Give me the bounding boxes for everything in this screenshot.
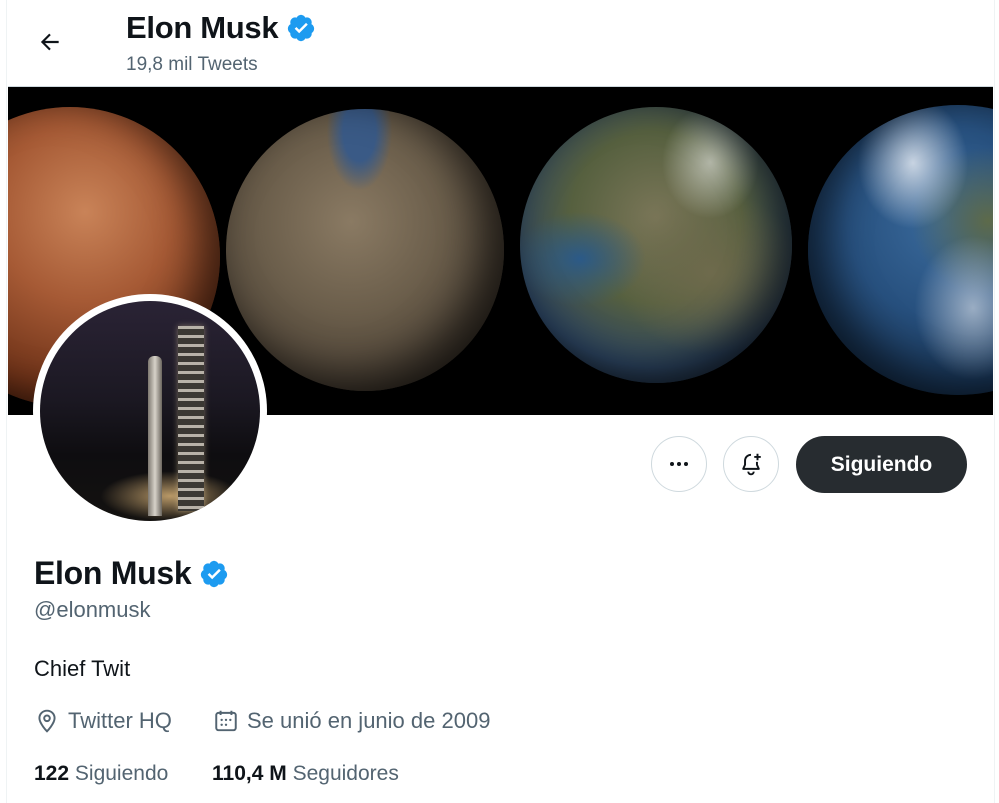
profile-name: Elon Musk	[34, 555, 229, 592]
back-button[interactable]	[26, 22, 74, 62]
launch-pad-glow	[100, 471, 240, 521]
more-options-button[interactable]	[651, 436, 707, 492]
bell-plus-icon	[742, 453, 761, 476]
profile-location: Twitter HQ	[34, 708, 172, 734]
following-button[interactable]: Siguiendo	[796, 436, 967, 493]
tweet-count: 19,8 mil Tweets	[126, 54, 258, 75]
verified-badge-icon	[288, 14, 315, 42]
profile-bio: Chief Twit	[34, 656, 131, 681]
following-label: Siguiendo	[74, 762, 169, 785]
header-title: Elon Musk	[126, 10, 316, 46]
calendar-icon	[215, 710, 237, 732]
more-horizontal-icon	[670, 462, 688, 466]
verified-badge-icon	[201, 560, 228, 587]
profile-name-text: Elon Musk	[34, 555, 192, 591]
rocket-shape	[148, 356, 162, 516]
avatar[interactable]	[33, 294, 267, 528]
profile-handle: @elonmusk	[34, 597, 151, 622]
followers-label: Seguidores	[292, 762, 399, 785]
banner-planet-terraformed	[520, 107, 792, 383]
profile-join-date: Se unió en junio de 2009	[213, 708, 490, 734]
notifications-button[interactable]	[723, 436, 779, 492]
arrow-left-icon	[40, 33, 59, 51]
banner-planet-earthlike	[808, 105, 993, 395]
location-pin-icon	[38, 709, 56, 733]
avatar-image	[40, 301, 260, 521]
header-name: Elon Musk	[126, 10, 279, 45]
profile-join-text: Se unió en junio de 2009	[247, 708, 491, 733]
following-count: 122	[34, 762, 70, 785]
profile-location-text: Twitter HQ	[68, 708, 172, 733]
followers-count: 110,4 M	[212, 762, 287, 785]
banner-planet-early-terraform	[226, 109, 504, 391]
followers-stat-link[interactable]: 110,4 M Seguidores	[212, 762, 399, 786]
launch-tower-shape	[178, 326, 204, 511]
following-stat-link[interactable]: 122 Siguiendo	[34, 762, 168, 786]
